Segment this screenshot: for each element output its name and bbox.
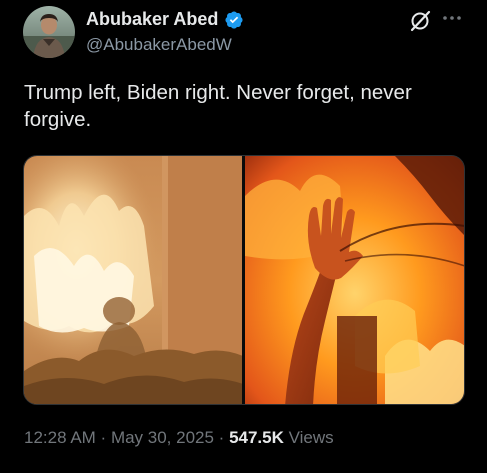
fire-scene-right-raised-hand-icon bbox=[245, 156, 464, 404]
author-name[interactable]: Abubaker Abed bbox=[86, 9, 218, 30]
tweet-meta: 12:28 AM · May 30, 2025 · 547.5K Views bbox=[24, 428, 334, 448]
avatar[interactable] bbox=[23, 6, 75, 58]
views-count[interactable]: 547.5K bbox=[229, 428, 284, 447]
fire-scene-left-icon bbox=[24, 156, 243, 404]
tweet-text: Trump left, Biden right. Never forget, n… bbox=[24, 81, 412, 131]
author-name-row[interactable]: Abubaker Abed bbox=[86, 9, 244, 30]
grok-icon[interactable] bbox=[408, 9, 432, 33]
profile-photo-icon bbox=[23, 6, 75, 58]
media-image-right[interactable] bbox=[245, 156, 464, 404]
media-grid[interactable] bbox=[23, 155, 465, 405]
media-image-left[interactable] bbox=[24, 156, 243, 404]
author-handle[interactable]: @AbubakerAbedW bbox=[86, 35, 232, 55]
tweet-time[interactable]: 12:28 AM bbox=[24, 428, 96, 447]
meta-separator: · bbox=[213, 428, 230, 447]
tweet-date[interactable]: May 30, 2025 bbox=[111, 428, 214, 447]
meta-separator: · bbox=[95, 428, 111, 447]
more-horizontal-icon[interactable] bbox=[441, 11, 463, 25]
tweet-post[interactable]: Abubaker Abed @AbubakerAbedW Trump left,… bbox=[0, 0, 487, 473]
views-label: Views bbox=[283, 428, 334, 447]
verified-badge-icon bbox=[224, 10, 244, 30]
